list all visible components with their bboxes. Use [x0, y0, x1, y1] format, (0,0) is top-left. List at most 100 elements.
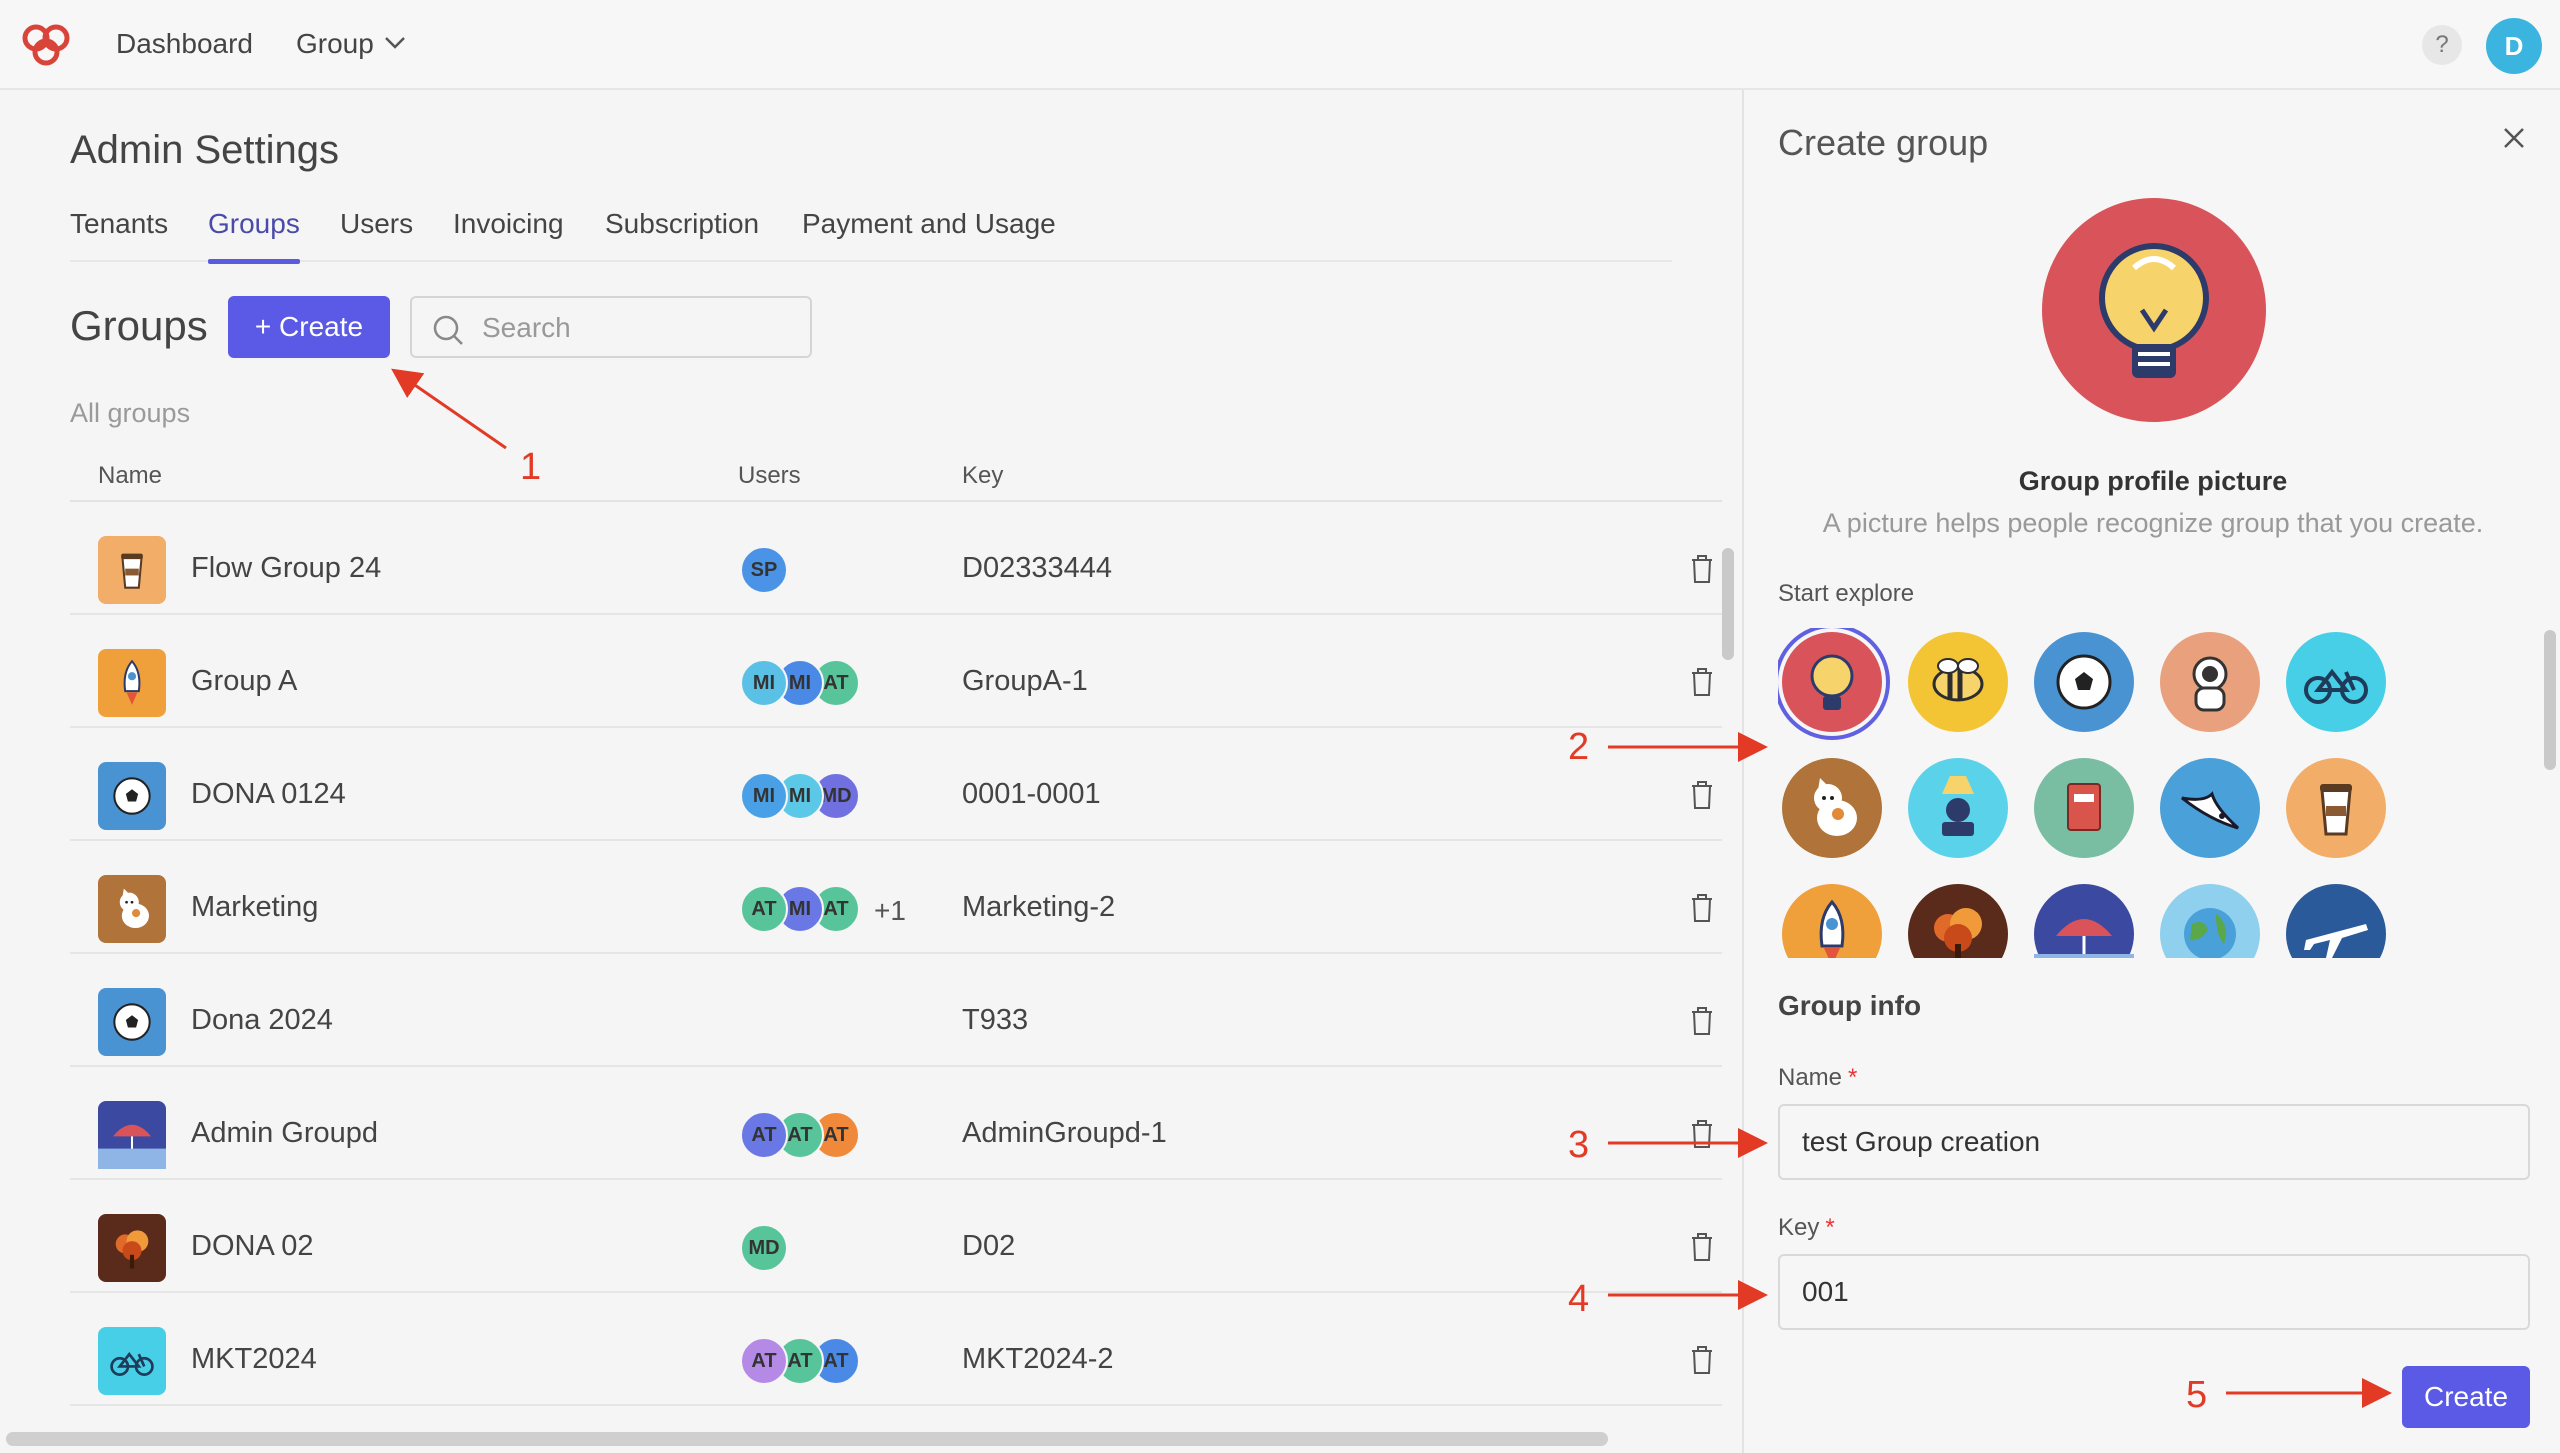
table-body: Flow Group 24 SP D02333444 Group A MI MI AT Gro…: [70, 502, 1722, 1406]
table-row[interactable]: Group A MI MI AT GroupA-1: [70, 615, 1722, 728]
trash-icon[interactable]: [1690, 1006, 1714, 1036]
chevron-down-icon: [385, 37, 405, 49]
tree-icon: [98, 1214, 166, 1282]
bird-icon[interactable]: [2160, 758, 2260, 858]
astronaut-icon[interactable]: [2160, 632, 2260, 732]
required-mark: *: [1848, 1064, 1858, 1091]
search-input[interactable]: [482, 308, 802, 348]
groups-table: Name Users Key Flow Group 24 SP D02333444 G…: [70, 450, 1722, 1406]
required-mark: *: [1825, 1214, 1835, 1241]
soccer-ball-icon[interactable]: [2034, 632, 2134, 732]
create-group-button[interactable]: + Create: [228, 296, 390, 358]
key-label-text: Key: [1778, 1214, 1820, 1241]
lightbulb-icon[interactable]: [1782, 632, 1882, 732]
tab-subscription[interactable]: Subscription: [605, 208, 759, 262]
table-row[interactable]: DONA 02 MD D02: [70, 1180, 1722, 1293]
group-key: GroupA-1: [962, 665, 1088, 697]
rocket-icon: [98, 649, 166, 717]
trash-icon[interactable]: [1690, 1232, 1714, 1262]
lightbulb-icon: [2099, 243, 2209, 378]
annotation-number-3: 3: [1568, 1124, 1590, 1166]
table-row[interactable]: Dona 2024 T933: [70, 954, 1722, 1067]
table-vertical-scrollbar[interactable]: [1722, 548, 1734, 660]
group-key: Marketing-2: [962, 891, 1116, 923]
tree-icon[interactable]: [1908, 884, 2008, 958]
annotation-number-4: 4: [1568, 1278, 1590, 1320]
table-horizontal-scrollbar[interactable]: [6, 1432, 1608, 1446]
group-name[interactable]: MKT2024: [191, 1343, 317, 1376]
create-group-panel: Create group Group profile picture A pic…: [1742, 90, 2560, 1453]
page-title: Admin Settings: [70, 128, 340, 172]
soccer-ball-icon: [98, 762, 166, 830]
group-name[interactable]: Dona 2024: [191, 1004, 333, 1037]
coffee-cup-icon[interactable]: [2286, 758, 2386, 858]
airplane-icon[interactable]: [2286, 884, 2386, 958]
bicycle-icon: [98, 1327, 166, 1395]
start-explore-label: Start explore: [1778, 580, 1915, 607]
user-avatar: AT: [740, 1337, 788, 1385]
group-key: AdminGroupd-1: [962, 1117, 1167, 1149]
globe-icon[interactable]: [2160, 884, 2260, 958]
group-name[interactable]: Flow Group 24: [191, 552, 381, 585]
annotation-number-2: 2: [1568, 726, 1590, 768]
tab-tenants[interactable]: Tenants: [70, 208, 168, 262]
cat-icon[interactable]: [1782, 758, 1882, 858]
groups-heading: Groups: [70, 302, 208, 349]
table-row[interactable]: Marketing AT MI AT +1 Marketing-2: [70, 841, 1722, 954]
picture-grid-scrollbar[interactable]: [2544, 630, 2556, 770]
panel-title: Create group: [1778, 122, 1989, 163]
user-avatar: MI: [740, 659, 788, 707]
trash-icon[interactable]: [1690, 1345, 1714, 1375]
book-icon[interactable]: [2034, 758, 2134, 858]
group-search-box[interactable]: [410, 296, 812, 358]
group-name[interactable]: DONA 0124: [191, 778, 346, 811]
user-avatar[interactable]: D: [2486, 18, 2542, 74]
tab-payment-and-usage[interactable]: Payment and Usage: [802, 208, 1056, 262]
table-row[interactable]: DONA 0124 MI MI MD 0001-0001: [70, 728, 1722, 841]
top-navigation-bar: Dashboard Group ? D: [0, 0, 2560, 90]
annotation-number-5: 5: [2186, 1374, 2208, 1416]
group-key: D02333444: [962, 552, 1112, 584]
group-key-input[interactable]: [1778, 1254, 2530, 1330]
group-name[interactable]: DONA 02: [191, 1230, 314, 1263]
group-name-input[interactable]: [1778, 1104, 2530, 1180]
table-row[interactable]: Admin Groupd AT AT AT AdminGroupd-1: [70, 1067, 1722, 1180]
search-icon: [433, 315, 463, 345]
app-logo-icon[interactable]: [18, 22, 74, 68]
column-header-name: Name: [98, 462, 163, 489]
table-row[interactable]: Flow Group 24 SP D02333444: [70, 502, 1722, 615]
key-field-label: Key *: [1778, 1214, 1835, 1242]
user-avatar: AT: [740, 1111, 788, 1159]
table-row[interactable]: MKT2024 AT AT AT MKT2024-2: [70, 1293, 1722, 1406]
profile-picture-description: A picture helps people recognize group t…: [1822, 508, 2484, 538]
trash-icon[interactable]: [1690, 1119, 1714, 1149]
user-avatar: MI: [740, 772, 788, 820]
trash-icon[interactable]: [1690, 667, 1714, 697]
rocket-icon[interactable]: [1782, 884, 1882, 958]
tab-invoicing[interactable]: Invoicing: [453, 208, 564, 262]
group-name[interactable]: Admin Groupd: [191, 1117, 378, 1150]
close-icon[interactable]: [2502, 126, 2526, 150]
user-avatar: SP: [740, 546, 788, 594]
nav-group-menu[interactable]: Group: [296, 28, 405, 60]
group-key: MKT2024-2: [962, 1343, 1114, 1375]
tab-users[interactable]: Users: [340, 208, 413, 262]
lamp-reader-icon[interactable]: [1908, 758, 2008, 858]
umbrella-icon[interactable]: [2034, 884, 2134, 958]
table-header: Name Users Key: [70, 450, 1722, 502]
create-submit-button[interactable]: Create: [2402, 1366, 2530, 1428]
selected-profile-picture: [2042, 198, 2266, 422]
name-field-label: Name *: [1778, 1064, 1857, 1092]
bee-icon[interactable]: [1908, 632, 2008, 732]
nav-dashboard-link[interactable]: Dashboard: [116, 28, 253, 60]
trash-icon[interactable]: [1690, 780, 1714, 810]
group-name[interactable]: Group A: [191, 665, 297, 698]
trash-icon[interactable]: [1690, 554, 1714, 584]
admin-settings-main: Admin Settings Tenants Groups Users Invo…: [0, 90, 1742, 1453]
trash-icon[interactable]: [1690, 893, 1714, 923]
group-name[interactable]: Marketing: [191, 891, 318, 924]
tab-groups[interactable]: Groups: [208, 208, 300, 264]
help-button[interactable]: ?: [2422, 25, 2462, 65]
bicycle-icon[interactable]: [2286, 632, 2386, 732]
user-avatar: AT: [740, 885, 788, 933]
